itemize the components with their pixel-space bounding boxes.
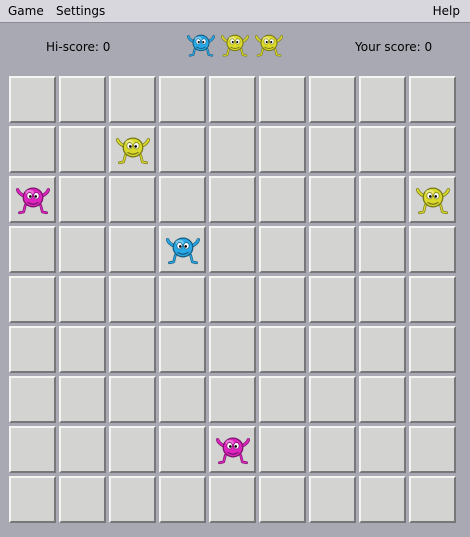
board-cell[interactable] bbox=[409, 476, 456, 523]
board-cell[interactable] bbox=[159, 76, 206, 123]
menu-bar: Game Settings Help bbox=[0, 0, 470, 23]
board-cell[interactable] bbox=[109, 276, 156, 323]
board-cell[interactable] bbox=[109, 76, 156, 123]
board-cell[interactable] bbox=[209, 426, 256, 473]
board-cell[interactable] bbox=[9, 426, 56, 473]
board-cell[interactable] bbox=[359, 176, 406, 223]
board-cell[interactable] bbox=[9, 276, 56, 323]
board-cell[interactable] bbox=[359, 226, 406, 273]
board-cell[interactable] bbox=[309, 226, 356, 273]
board-cell[interactable] bbox=[259, 426, 306, 473]
board-cell[interactable] bbox=[259, 276, 306, 323]
magenta-creature-piece[interactable] bbox=[16, 183, 50, 217]
board-cell[interactable] bbox=[409, 376, 456, 423]
board-cell[interactable] bbox=[259, 376, 306, 423]
board-cell[interactable] bbox=[59, 426, 106, 473]
board-cell[interactable] bbox=[309, 476, 356, 523]
board-cell[interactable] bbox=[109, 376, 156, 423]
board-cell[interactable] bbox=[209, 76, 256, 123]
board-cell[interactable] bbox=[409, 326, 456, 373]
board-cell[interactable] bbox=[159, 226, 206, 273]
board-cell[interactable] bbox=[159, 276, 206, 323]
board-cell[interactable] bbox=[409, 76, 456, 123]
board-cell[interactable] bbox=[59, 126, 106, 173]
board-cell[interactable] bbox=[209, 226, 256, 273]
board-cell[interactable] bbox=[59, 376, 106, 423]
board-cell[interactable] bbox=[109, 126, 156, 173]
board-cell[interactable] bbox=[309, 426, 356, 473]
board-cell[interactable] bbox=[209, 126, 256, 173]
board-cell[interactable] bbox=[209, 476, 256, 523]
board-cell[interactable] bbox=[209, 176, 256, 223]
board-cell[interactable] bbox=[259, 76, 306, 123]
hi-score-label: Hi-score: 0 bbox=[46, 40, 111, 54]
board-cell[interactable] bbox=[409, 426, 456, 473]
board-cell[interactable] bbox=[9, 326, 56, 373]
board-cell[interactable] bbox=[59, 76, 106, 123]
board-cell[interactable] bbox=[159, 476, 206, 523]
board-cell[interactable] bbox=[359, 126, 406, 173]
board-cell[interactable] bbox=[359, 76, 406, 123]
board-cell[interactable] bbox=[259, 176, 306, 223]
yellow-creature-piece[interactable] bbox=[416, 183, 450, 217]
board-cell[interactable] bbox=[109, 176, 156, 223]
board-cell[interactable] bbox=[59, 176, 106, 223]
board-cell[interactable] bbox=[109, 326, 156, 373]
board-cell[interactable] bbox=[59, 276, 106, 323]
next-piece-blue bbox=[186, 31, 216, 59]
board-cell[interactable] bbox=[109, 226, 156, 273]
menu-help[interactable]: Help bbox=[433, 4, 460, 18]
board-cell[interactable] bbox=[109, 476, 156, 523]
board-cell[interactable] bbox=[159, 376, 206, 423]
board-cell[interactable] bbox=[159, 426, 206, 473]
board-cell[interactable] bbox=[209, 376, 256, 423]
menu-game[interactable]: Game bbox=[8, 4, 44, 18]
board-cell[interactable] bbox=[409, 226, 456, 273]
board-cell[interactable] bbox=[309, 276, 356, 323]
your-score-label: Your score: 0 bbox=[355, 40, 433, 54]
board-cell[interactable] bbox=[9, 126, 56, 173]
menu-settings[interactable]: Settings bbox=[56, 4, 105, 18]
board-cell[interactable] bbox=[359, 426, 406, 473]
board-cell[interactable] bbox=[9, 376, 56, 423]
board-cell[interactable] bbox=[159, 126, 206, 173]
board-cell[interactable] bbox=[109, 426, 156, 473]
board-cell[interactable] bbox=[9, 176, 56, 223]
board-cell[interactable] bbox=[209, 276, 256, 323]
board-cell[interactable] bbox=[59, 476, 106, 523]
board-cell[interactable] bbox=[359, 326, 406, 373]
next-piece-yellow bbox=[220, 31, 250, 59]
board-cell[interactable] bbox=[409, 276, 456, 323]
board-cell[interactable] bbox=[259, 126, 306, 173]
score-bar: Hi-score: 0 Your score: 0 bbox=[0, 24, 470, 72]
game-board bbox=[9, 76, 461, 528]
board-cell[interactable] bbox=[9, 476, 56, 523]
next-piece-yellow bbox=[254, 31, 284, 59]
board-cell[interactable] bbox=[159, 326, 206, 373]
board-cell[interactable] bbox=[309, 176, 356, 223]
board-cell[interactable] bbox=[159, 176, 206, 223]
board-cell[interactable] bbox=[59, 326, 106, 373]
board-cell[interactable] bbox=[359, 376, 406, 423]
board-cell[interactable] bbox=[309, 126, 356, 173]
board-cell[interactable] bbox=[259, 476, 306, 523]
board-cell[interactable] bbox=[359, 276, 406, 323]
board-cell[interactable] bbox=[9, 226, 56, 273]
board-cell[interactable] bbox=[309, 376, 356, 423]
board-cell[interactable] bbox=[409, 126, 456, 173]
yellow-creature-piece[interactable] bbox=[116, 133, 150, 167]
board-cell[interactable] bbox=[409, 176, 456, 223]
board-cell[interactable] bbox=[209, 326, 256, 373]
blue-creature-piece[interactable] bbox=[166, 233, 200, 267]
magenta-creature-piece[interactable] bbox=[216, 433, 250, 467]
board-cell[interactable] bbox=[59, 226, 106, 273]
board-cell[interactable] bbox=[309, 76, 356, 123]
board-cell[interactable] bbox=[9, 76, 56, 123]
board-cell[interactable] bbox=[309, 326, 356, 373]
board-cell[interactable] bbox=[259, 226, 306, 273]
board-cell[interactable] bbox=[259, 326, 306, 373]
board-cell[interactable] bbox=[359, 476, 406, 523]
